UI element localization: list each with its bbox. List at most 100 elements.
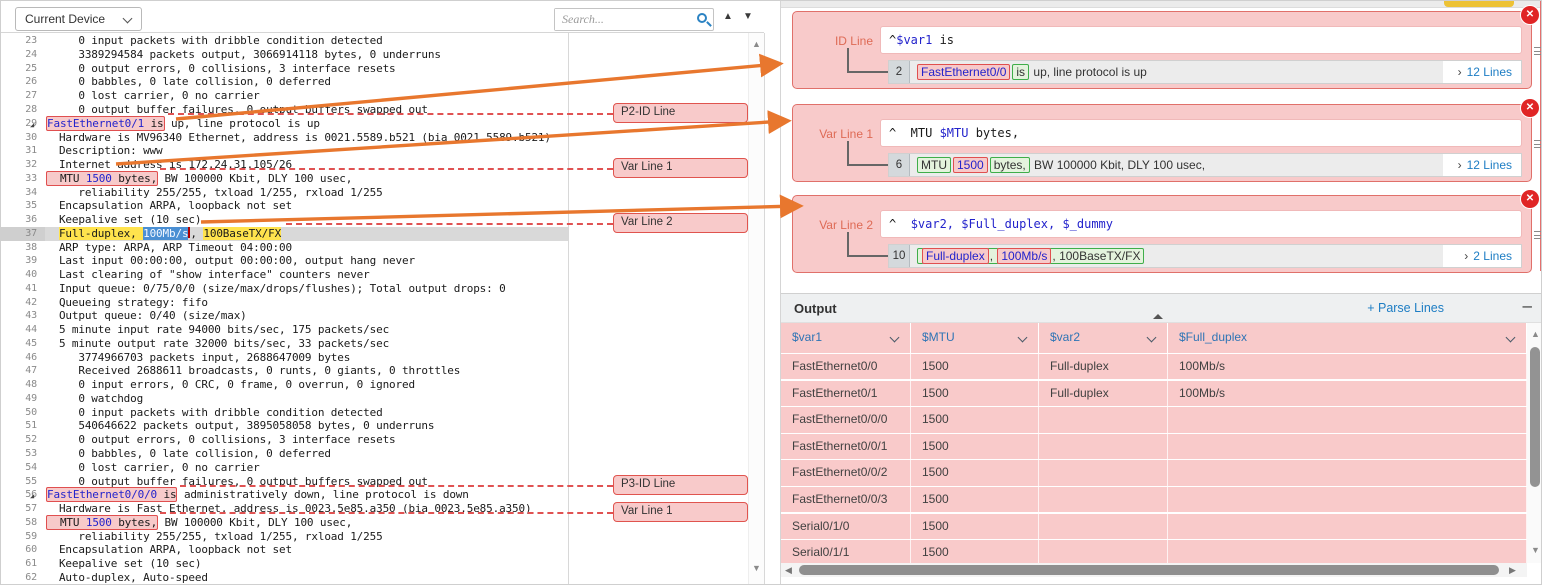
- editor-line-25[interactable]: 25 0 output errors, 0 collisions, 3 inte…: [1, 62, 568, 76]
- editor-line-26[interactable]: 26 0 babbles, 0 late collision, 0 deferr…: [1, 75, 568, 89]
- column-header-MTU[interactable]: $MTU: [911, 323, 1039, 353]
- editor-line-49[interactable]: 49 0 watchdog: [1, 392, 568, 406]
- scroll-left-icon[interactable]: ◀: [785, 565, 792, 576]
- editor-line-43[interactable]: 43 Output queue: 0/40 (size/max): [1, 309, 568, 323]
- variable-token: 1500: [86, 172, 112, 185]
- hamburger-menu-icon[interactable]: [1534, 47, 1542, 58]
- line-number: 27: [1, 89, 37, 103]
- line-number: 48: [1, 378, 37, 392]
- editor-line-42[interactable]: 42 Queueing strategy: fifo: [1, 296, 568, 310]
- editor-line-37[interactable]: 37 Full-duplex, 100Mb/s, 100BaseTX/FX: [1, 227, 568, 241]
- editor-line-29[interactable]: 29◢FastEthernet0/1 is up, line protocol …: [1, 117, 568, 131]
- table-row: FastEthernet0/11500Full-duplex100Mb/s: [781, 381, 1527, 406]
- chevron-down-icon[interactable]: [1147, 333, 1157, 343]
- editor-line-60[interactable]: 60 Encapsulation ARPA, loopback not set: [1, 543, 568, 557]
- editor-line-48[interactable]: 48 0 input errors, 0 CRC, 0 frame, 0 ove…: [1, 378, 568, 392]
- line-text: Encapsulation ARPA, loopback not set: [46, 543, 292, 557]
- editor-line-35[interactable]: 35 Encapsulation ARPA, loopback not set: [1, 199, 568, 213]
- line-number: 52: [1, 433, 37, 447]
- find-next-button[interactable]: ▼: [743, 10, 753, 24]
- scroll-up-icon[interactable]: ▲: [752, 39, 761, 49]
- hamburger-menu-icon[interactable]: [1534, 231, 1542, 242]
- column-header-Full_duplex[interactable]: $Full_duplex: [1168, 323, 1527, 353]
- table-cell: [1168, 460, 1527, 485]
- chevron-down-icon[interactable]: [890, 333, 900, 343]
- column-name: $Full_duplex: [1179, 330, 1247, 344]
- chevron-down-icon[interactable]: [1018, 333, 1028, 343]
- search-icon[interactable]: [697, 13, 707, 23]
- scroll-down-icon[interactable]: ▼: [752, 563, 761, 573]
- red-match-box: 1500: [953, 157, 988, 173]
- line-text: 0 input packets with dribble condition d…: [46, 34, 383, 48]
- pattern-input[interactable]: ^ $var2, $Full_duplex, $_dummy: [880, 210, 1522, 238]
- text-segment: ^ MTU: [889, 126, 940, 140]
- line-number: 43: [1, 309, 37, 323]
- parse-lines-link[interactable]: + Parse Lines: [1367, 301, 1444, 315]
- editor-line-53[interactable]: 53 0 babbles, 0 late collision, 0 deferr…: [1, 447, 568, 461]
- close-icon[interactable]: ✕: [1521, 99, 1539, 117]
- editor-line-40[interactable]: 40 Last clearing of "show interface" cou…: [1, 268, 568, 282]
- line-number: 60: [1, 543, 37, 557]
- table-row: FastEthernet0/0/01500: [781, 407, 1527, 432]
- editor-line-27[interactable]: 27 0 lost carrier, 0 no carrier: [1, 89, 568, 103]
- vertical-scroll-thumb[interactable]: [1530, 347, 1540, 487]
- scroll-right-icon[interactable]: ▶: [1509, 565, 1516, 576]
- match-lines-link[interactable]: ›12 Lines: [1443, 154, 1521, 176]
- editor-line-38[interactable]: 38 ARP type: ARPA, ARP Timeout 04:00:00: [1, 241, 568, 255]
- editor-line-39[interactable]: 39 Last input 00:00:00, output 00:00:00,…: [1, 254, 568, 268]
- editor-line-58[interactable]: 58 MTU 1500 bytes, BW 100000 Kbit, DLY 1…: [1, 516, 568, 530]
- match-lines-link[interactable]: ›2 Lines: [1443, 245, 1521, 267]
- scroll-down-icon[interactable]: ▼: [1531, 545, 1540, 555]
- text-segment: BW 100000 Kbit, DLY 100 usec,: [158, 516, 352, 529]
- table-vertical-scrollbar[interactable]: ▲ ▼: [1527, 323, 1542, 563]
- editor-line-34[interactable]: 34 reliability 255/255, txload 1/255, rx…: [1, 186, 568, 200]
- parse-template-app: Current Device ▲ ▼ 23 0 input packets wi…: [0, 0, 1542, 585]
- chevron-right-icon: ›: [1458, 158, 1462, 172]
- pattern-input[interactable]: ^$var1 is: [880, 26, 1522, 54]
- editor-line-30[interactable]: 30 Hardware is MV96340 Ethernet, address…: [1, 131, 568, 145]
- text-segment: ^: [889, 217, 911, 231]
- parse-card-var-line-1: ✕Var Line 1^ MTU $MTU bytes,6MTU1500byte…: [792, 104, 1532, 182]
- editor-line-46[interactable]: 46 3774966703 packets input, 2688647009 …: [1, 351, 568, 365]
- match-lines-link[interactable]: ›12 Lines: [1443, 61, 1521, 83]
- editor-line-41[interactable]: 41 Input queue: 0/75/0/0 (size/max/drops…: [1, 282, 568, 296]
- close-icon[interactable]: ✕: [1521, 190, 1539, 208]
- editor-line-62[interactable]: 62 Auto-duplex, Auto-speed: [1, 571, 568, 585]
- scroll-up-icon[interactable]: ▲: [1531, 329, 1540, 339]
- search-input[interactable]: [555, 9, 681, 30]
- toolbar: Current Device ▲ ▼: [1, 1, 764, 33]
- line-text: 0 babbles, 0 late collision, 0 deferred: [46, 447, 331, 461]
- editor-line-61[interactable]: 61 Keepalive set (10 sec): [1, 557, 568, 571]
- editor-line-33[interactable]: 33 MTU 1500 bytes, BW 100000 Kbit, DLY 1…: [1, 172, 568, 186]
- collapse-up-icon[interactable]: [1153, 297, 1165, 315]
- red-match-box: FastEthernet0/0/0 is: [46, 487, 177, 502]
- editor-line-45[interactable]: 45 5 minute output rate 32000 bits/sec, …: [1, 337, 568, 351]
- text-segment: up, line protocol is up: [1030, 65, 1147, 79]
- find-previous-button[interactable]: ▲: [723, 10, 733, 24]
- hamburger-menu-icon[interactable]: [1534, 140, 1542, 151]
- editor-line-44[interactable]: 44 5 minute input rate 94000 bits/sec, 1…: [1, 323, 568, 337]
- horizontal-scroll-thumb[interactable]: [799, 565, 1499, 575]
- line-text: Hardware is MV96340 Ethernet, address is…: [46, 131, 551, 145]
- editor-line-59[interactable]: 59 reliability 255/255, txload 1/255, rx…: [1, 530, 568, 544]
- editor-line-47[interactable]: 47 Received 2688611 broadcasts, 0 runts,…: [1, 364, 568, 378]
- editor-line-51[interactable]: 51 540646622 packets output, 3895058058 …: [1, 419, 568, 433]
- editor-line-23[interactable]: 23 0 input packets with dribble conditio…: [1, 34, 568, 48]
- editor-line-24[interactable]: 24 3389294584 packets output, 3066914118…: [1, 48, 568, 62]
- editor-scrollbar[interactable]: ▲ ▼: [748, 33, 764, 585]
- device-selector-dropdown[interactable]: Current Device: [15, 7, 142, 31]
- editor-line-56[interactable]: 56◢FastEthernet0/0/0 is administratively…: [1, 488, 568, 502]
- parse-card-var-line-2: ✕Var Line 2^ $var2, $Full_duplex, $_dumm…: [792, 195, 1532, 273]
- chevron-down-icon[interactable]: [1506, 333, 1516, 343]
- editor-line-54[interactable]: 54 0 lost carrier, 0 no carrier: [1, 461, 568, 475]
- close-icon[interactable]: ✕: [1521, 6, 1539, 24]
- pattern-input[interactable]: ^ MTU $MTU bytes,: [880, 119, 1522, 147]
- editor-line-31[interactable]: 31 Description: www: [1, 144, 568, 158]
- column-header-var2[interactable]: $var2: [1039, 323, 1168, 353]
- table-horizontal-scrollbar[interactable]: ◀ ▶: [781, 563, 1527, 577]
- card-label: ID Line: [801, 34, 873, 48]
- editor-line-52[interactable]: 52 0 output errors, 0 collisions, 3 inte…: [1, 433, 568, 447]
- minimize-output-button[interactable]: –: [1523, 296, 1532, 316]
- editor-line-50[interactable]: 50 0 input packets with dribble conditio…: [1, 406, 568, 420]
- column-header-var1[interactable]: $var1: [781, 323, 911, 353]
